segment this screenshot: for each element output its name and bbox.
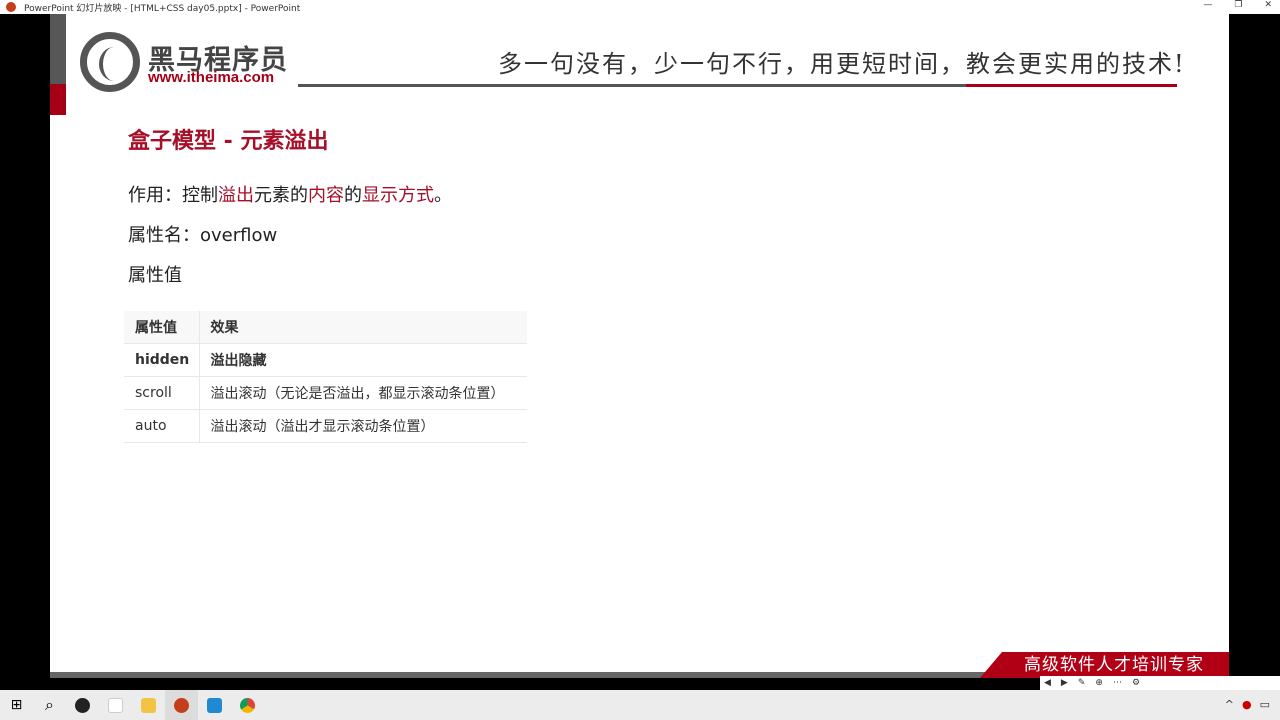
highlight: 显示方式 [362, 185, 434, 206]
horse-logo-icon [80, 32, 140, 92]
taskbar-app[interactable] [132, 690, 165, 720]
header-cell: 效果 [199, 311, 527, 344]
search-button[interactable]: ⌕ [33, 690, 66, 720]
table-row: scroll 溢出滚动（无论是否溢出，都显示滚动条位置） [124, 376, 527, 410]
window-titlebar: PowerPoint 幻灯片放映 - [HTML+CSS day05.pptx]… [0, 0, 1280, 14]
search-icon: ⌕ [45, 695, 54, 714]
brand-url: www.itheima.com [148, 69, 275, 86]
start-button[interactable]: ⊞ [0, 690, 33, 720]
window-title: PowerPoint 幻灯片放映 - [HTML+CSS day05.pptx]… [24, 3, 301, 14]
highlight: 溢出 [218, 185, 254, 206]
property-value-label: 属性值 [128, 265, 182, 286]
windows-icon: ⊞ [10, 697, 23, 713]
header-divider-red [966, 84, 1177, 87]
typora-icon [108, 697, 123, 713]
tray-app-icon[interactable]: ● [1242, 698, 1252, 711]
network-icon[interactable]: ▭ [1260, 698, 1270, 711]
taskbar-app[interactable] [198, 690, 231, 720]
cell: hidden [124, 343, 200, 377]
cell: 溢出隐藏 [199, 343, 527, 377]
powerpoint-icon [6, 2, 16, 12]
powerpoint-icon [174, 697, 189, 713]
footer-bar [50, 672, 1000, 678]
text: 元素的 [254, 185, 308, 206]
slogan: 多一句没有，少一句不行，用更短时间，教会更实用的技术! [498, 50, 1186, 78]
footer-banner: 高级软件人才培训专家 [980, 652, 1229, 678]
text: 。 [434, 185, 452, 206]
taskbar: ⊞ ⌕ ^ ● ▭ [0, 690, 1280, 720]
cell: scroll [124, 376, 200, 410]
restore-button[interactable]: ❐ [1234, 0, 1242, 10]
next-icon[interactable]: ▶ [1061, 678, 1068, 688]
vscode-icon [207, 697, 222, 713]
slideshow-controls: ◀ ▶ ✎ ⊕ ⋯ ⚙ [1040, 676, 1280, 690]
slide-title: 盒子模型 - 元素溢出 [128, 129, 329, 154]
deco-bar [50, 14, 66, 84]
cell: 溢出滚动（溢出才显示滚动条位置） [199, 409, 527, 443]
settings-icon[interactable]: ⚙ [1132, 678, 1140, 688]
taskbar-app[interactable] [231, 690, 264, 720]
taskbar-app[interactable] [165, 690, 198, 720]
minimize-button[interactable]: — [1203, 0, 1212, 10]
table-header: 属性值 效果 [124, 311, 527, 344]
zoom-icon[interactable]: ⊕ [1095, 678, 1103, 688]
pen-icon[interactable]: ✎ [1078, 678, 1086, 688]
app-icon [75, 697, 90, 713]
deco-bar-red [50, 84, 66, 115]
header-divider [298, 84, 966, 87]
folder-icon [141, 697, 156, 713]
chrome-icon [240, 697, 255, 713]
slide: 黑马程序员 www.itheima.com 多一句没有，少一句不行，用更短时间，… [50, 14, 1229, 678]
header-cell: 属性值 [124, 311, 200, 344]
close-button[interactable]: ✕ [1264, 0, 1272, 10]
highlight: 内容 [308, 185, 344, 206]
table-row: auto 溢出滚动（溢出才显示滚动条位置） [124, 409, 527, 443]
text: 作用：控制 [128, 185, 218, 206]
chevron-up-icon[interactable]: ^ [1225, 698, 1234, 711]
purpose-line: 作用：控制溢出元素的内容的显示方式。 [128, 181, 452, 207]
cell: 溢出滚动（无论是否溢出，都显示滚动条位置） [199, 376, 527, 410]
property-name: 属性名：overflow [128, 225, 278, 246]
system-tray: ^ ● ▭ [1225, 698, 1270, 711]
cell: auto [124, 409, 200, 443]
taskbar-app[interactable] [66, 690, 99, 720]
overflow-table: 属性值 效果 hidden 溢出隐藏 scroll 溢出滚动（无论是否溢出，都显示滚动… [124, 311, 527, 443]
taskbar-app[interactable] [99, 690, 132, 720]
text: 的 [344, 185, 362, 206]
more-icon[interactable]: ⋯ [1113, 678, 1122, 688]
prev-icon[interactable]: ◀ [1044, 678, 1051, 688]
table-row: hidden 溢出隐藏 [124, 343, 527, 377]
